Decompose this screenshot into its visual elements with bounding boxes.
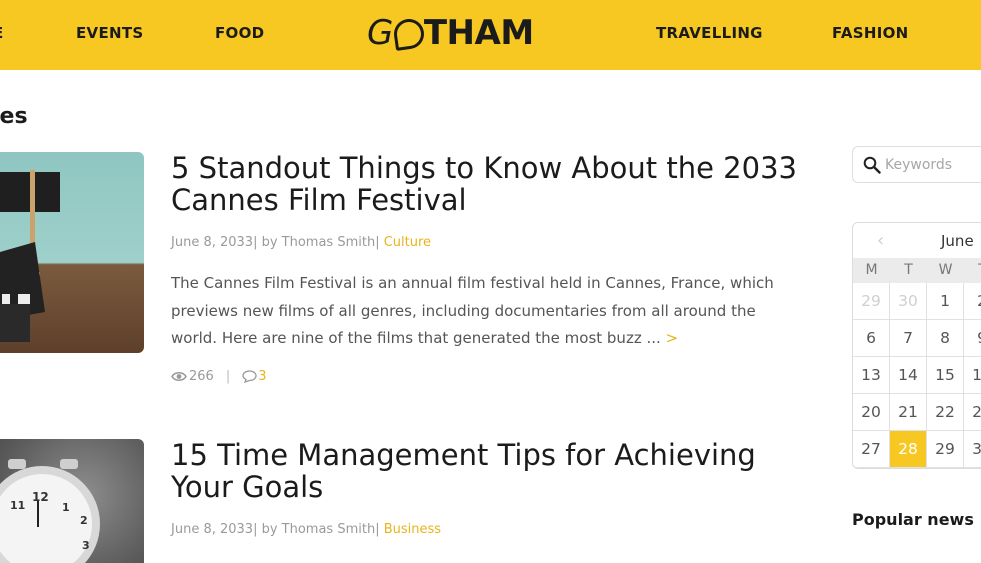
nav-item-food[interactable]: FOOD (215, 24, 264, 42)
calendar-widget: ‹ June M T W T 2930126789131415162021222… (852, 222, 981, 469)
weekday-label: M (865, 262, 878, 278)
svg-text:2: 2 (80, 514, 88, 527)
site-logo[interactable]: G THAM (367, 10, 534, 56)
alarm-clock-image: 12 11 1 2 3 (0, 459, 100, 563)
calendar-day[interactable]: 20 (853, 394, 890, 431)
search-icon[interactable] (863, 156, 881, 174)
calendar-day[interactable]: 21 (890, 394, 927, 431)
top-navigation-bar: E EVENTS FOOD G THAM TRAVELLING FASHION (0, 0, 981, 70)
popular-news-heading: Popular news (852, 510, 974, 529)
search-input[interactable] (885, 156, 981, 173)
calendar-day[interactable]: 8 (927, 320, 964, 357)
weekday-label: T (964, 262, 981, 278)
nav-item-travelling[interactable]: TRAVELLING (656, 24, 763, 42)
film-director-chair-clapperboard-image (0, 170, 60, 342)
nav-item-fashion[interactable]: FASHION (832, 24, 908, 42)
calendar-day-today[interactable]: 28 (890, 431, 927, 468)
calendar-day[interactable]: 9 (964, 320, 981, 357)
article-thumbnail[interactable]: 12 11 1 2 3 (0, 439, 144, 563)
calendar-day[interactable]: 6 (853, 320, 890, 357)
read-more-link[interactable]: > (666, 329, 679, 347)
calendar-day[interactable]: 14 (890, 357, 927, 394)
calendar-day[interactable]: 29 (927, 431, 964, 468)
article-stats: 266 | 3 (171, 369, 267, 384)
article-title[interactable]: 15 Time Management Tips for Achieving Yo… (171, 439, 811, 503)
stats-separator: | (225, 369, 231, 384)
article-category-link[interactable]: Culture (384, 235, 431, 250)
weekday-label: W (938, 262, 953, 278)
search-box[interactable] (852, 146, 981, 183)
calendar-day[interactable]: 2 (964, 283, 981, 320)
meta-separator: | (375, 522, 384, 537)
nav-item-events[interactable]: EVENTS (76, 24, 144, 42)
calendar-day[interactable]: 23 (964, 394, 981, 431)
svg-text:3: 3 (82, 539, 90, 552)
article-category-link[interactable]: Business (384, 522, 441, 537)
weekday-label: T (904, 262, 913, 278)
article-title[interactable]: 5 Standout Things to Know About the 2033… (171, 152, 811, 216)
article-meta: June 8, 2033| by Thomas Smith| Culture (171, 235, 431, 250)
calendar-day[interactable]: 1 (927, 283, 964, 320)
meta-separator: | by (253, 522, 282, 537)
calendar-day[interactable]: 13 (853, 357, 890, 394)
calendar-day[interactable]: 22 (927, 394, 964, 431)
excerpt-text: The Cannes Film Festival is an annual fi… (171, 274, 774, 347)
svg-text:11: 11 (10, 499, 25, 512)
view-count: 266 (189, 369, 214, 384)
article-thumbnail[interactable] (0, 152, 144, 353)
calendar-day[interactable]: 30 (890, 283, 927, 320)
logo-text: THAM (423, 13, 534, 53)
meta-separator: | by (253, 235, 282, 250)
svg-text:12: 12 (32, 490, 49, 504)
comment-icon (242, 370, 257, 383)
comment-count-link[interactable]: 3 (258, 369, 266, 384)
nav-item-cut-off[interactable]: E (0, 24, 3, 42)
calendar-day[interactable]: 27 (853, 431, 890, 468)
calendar-day[interactable]: 7 (890, 320, 927, 357)
article-excerpt: The Cannes Film Festival is an annual fi… (171, 270, 791, 353)
calendar-day[interactable]: 16 (964, 357, 981, 394)
article-author[interactable]: Thomas Smith (282, 522, 376, 537)
calendar-day[interactable]: 30 (964, 431, 981, 468)
calendar-day[interactable]: 15 (927, 357, 964, 394)
section-title: les (0, 104, 28, 129)
chevron-left-icon[interactable]: ‹ (877, 230, 884, 251)
article-date: June 8, 2033 (171, 522, 254, 537)
eye-icon (171, 371, 187, 382)
calendar-weekday-row: M T W T (853, 258, 981, 283)
calendar-header: ‹ June (853, 223, 981, 258)
logo-letter-g: G (367, 13, 393, 53)
calendar-month: June (941, 232, 974, 250)
svg-text:1: 1 (62, 501, 70, 514)
article-meta: June 8, 2033| by Thomas Smith| Business (171, 522, 441, 537)
calendar-day[interactable]: 29 (853, 283, 890, 320)
article-date: June 8, 2033 (171, 235, 254, 250)
article-author[interactable]: Thomas Smith (282, 235, 376, 250)
meta-separator: | (375, 235, 384, 250)
logo-speech-bubble-icon (391, 17, 426, 51)
